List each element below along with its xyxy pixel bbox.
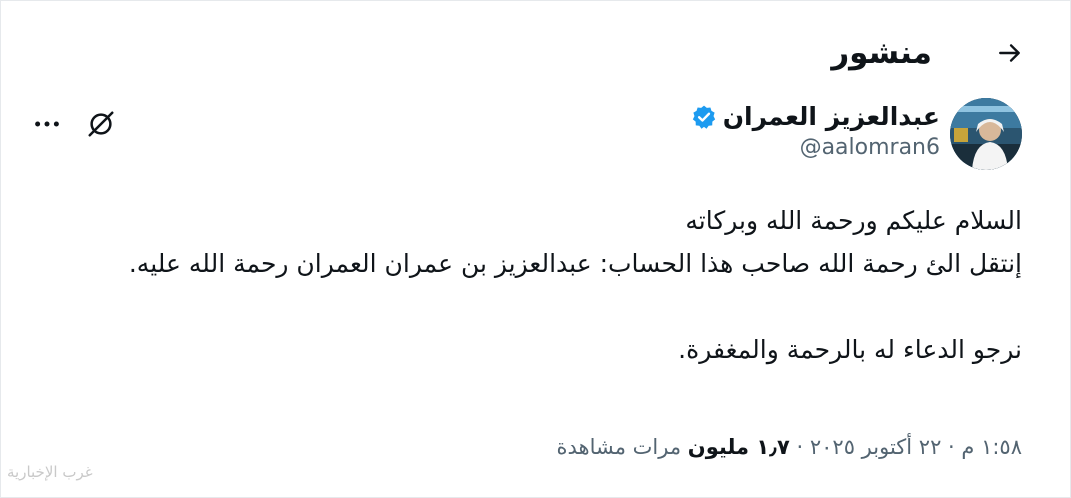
meta-separator: · bbox=[789, 435, 810, 459]
author-row: عبدالعزيز العمران @aalomran6 bbox=[31, 98, 1022, 174]
post-time[interactable]: ١:٥٨ م bbox=[961, 435, 1022, 459]
verified-badge-icon[interactable] bbox=[691, 104, 717, 130]
views-count[interactable]: ١٫٧ مليون bbox=[688, 435, 790, 459]
watermark: غرب الإخبارية bbox=[7, 463, 93, 481]
display-name-row: عبدالعزيز العمران bbox=[691, 102, 940, 131]
more-horizontal-icon[interactable] bbox=[31, 108, 63, 140]
post-detail-panel: منشور عبدالعزيز العمران @aalomran6 السلا… bbox=[0, 0, 1071, 498]
author-handle[interactable]: @aalomran6 bbox=[691, 135, 940, 160]
post-date[interactable]: ٢٢ أكتوبر ٢٠٢٥ bbox=[810, 435, 942, 459]
post-top-actions bbox=[31, 98, 117, 140]
views-label: مرات مشاهدة bbox=[556, 435, 688, 459]
post-header: منشور bbox=[41, 25, 1030, 81]
author-names: عبدالعزيز العمران @aalomran6 bbox=[691, 98, 940, 160]
post-meta: ١:٥٨ م · ٢٢ أكتوبر ٢٠٢٥ · ١٫٧ مليون مرات… bbox=[41, 435, 1023, 459]
grok-icon[interactable] bbox=[85, 108, 117, 140]
post-text: السلام عليكم ورحمة الله وبركاته إنتقل ال… bbox=[128, 206, 1022, 364]
meta-separator: · bbox=[941, 435, 962, 459]
display-name[interactable]: عبدالعزيز العمران bbox=[723, 102, 940, 131]
arrow-right-icon[interactable] bbox=[990, 33, 1030, 73]
page-title: منشور bbox=[831, 35, 932, 71]
avatar[interactable] bbox=[950, 98, 1022, 170]
